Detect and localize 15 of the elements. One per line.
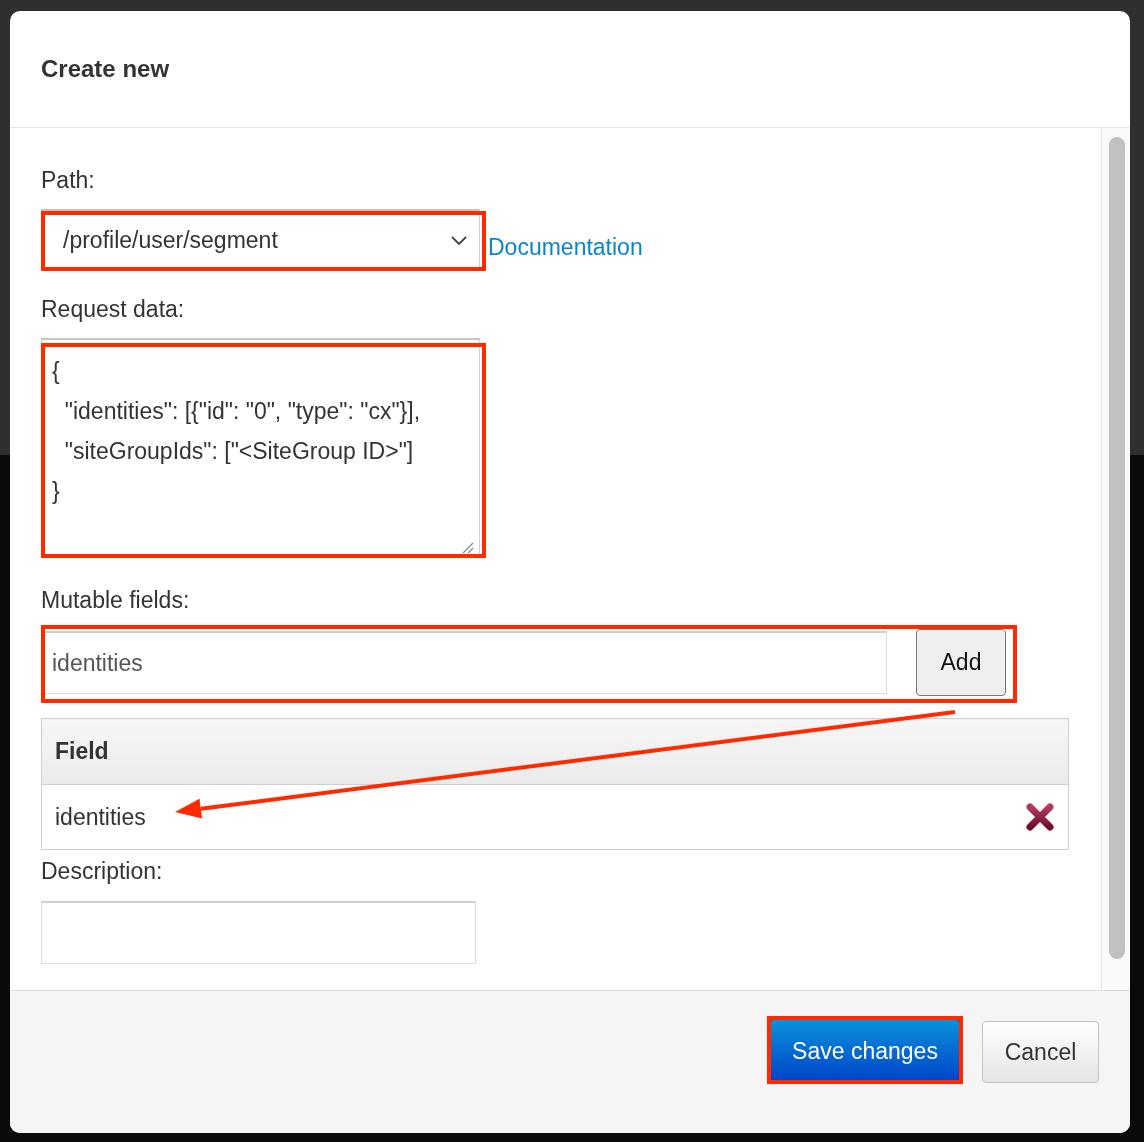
add-button[interactable]: Add [916, 629, 1006, 696]
cancel-button[interactable]: Cancel [982, 1021, 1099, 1083]
field-label: Description: [41, 859, 163, 883]
table-header-cell: Field [41, 718, 1069, 785]
field-label: Request data: [41, 297, 185, 321]
save-button[interactable]: Save changes [770, 1019, 960, 1083]
field-label: Path: [41, 168, 95, 192]
resize-handle-icon[interactable] [462, 542, 474, 554]
chevron-down-icon [451, 235, 467, 245]
dialog-title: Create new [41, 55, 170, 83]
documentation-link[interactable]: Documentation [488, 235, 643, 259]
delete-icon[interactable] [1025, 803, 1055, 832]
scrollbar-thumb[interactable] [1109, 137, 1125, 959]
field-label: Mutable fields: [41, 588, 190, 612]
description-input[interactable] [41, 901, 476, 964]
